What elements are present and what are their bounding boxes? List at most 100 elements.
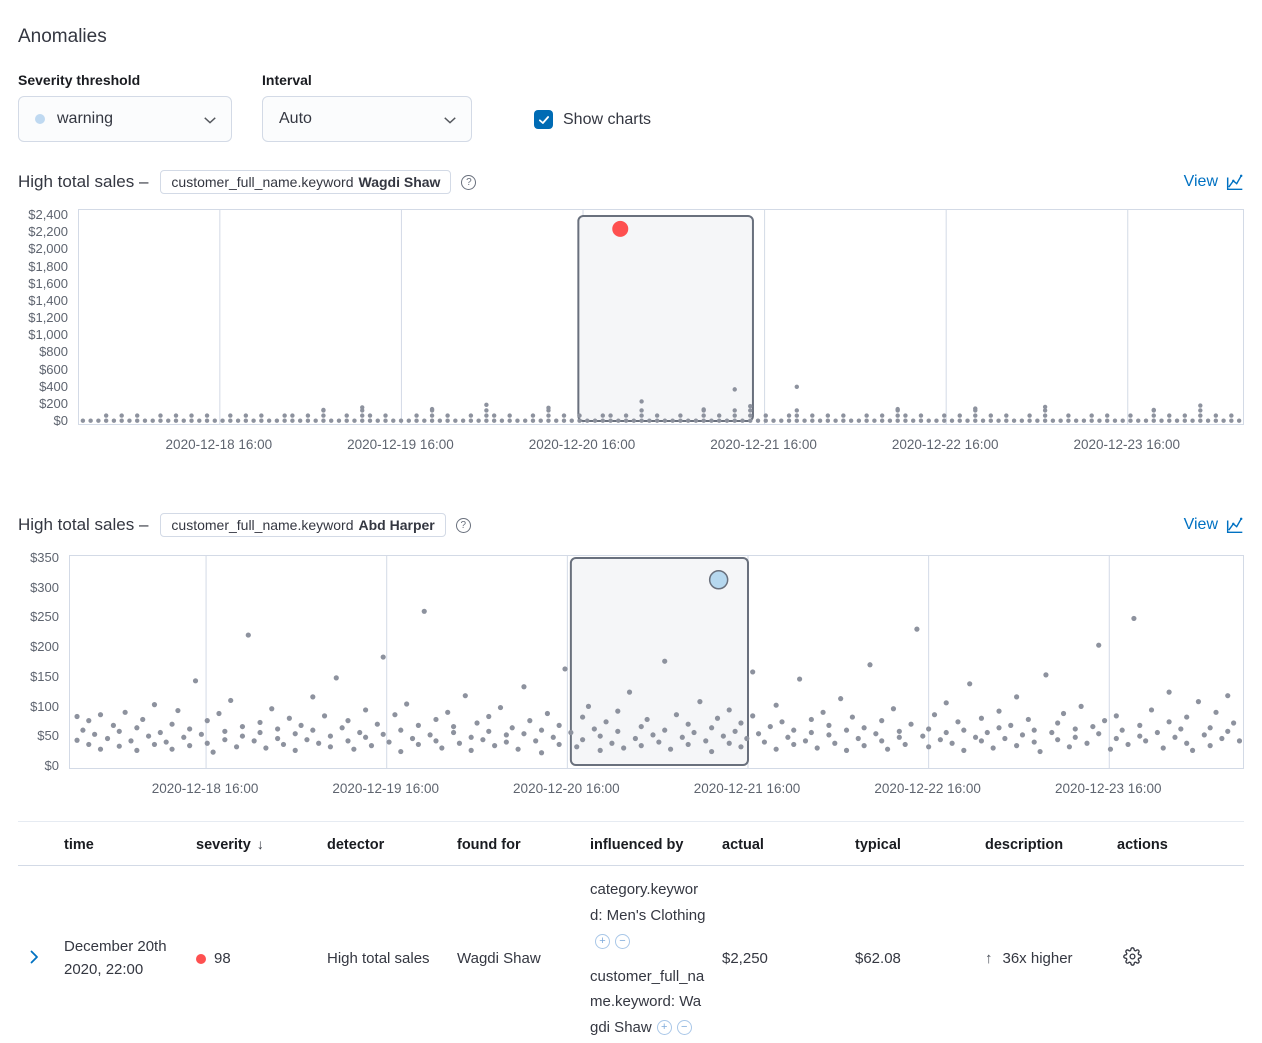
show-charts-checkbox-group[interactable]: Show charts: [534, 110, 651, 129]
influencer-entity: customer_full_name.keyword: Wagdi Shaw+−: [590, 964, 706, 1041]
add-filter-icon[interactable]: +: [595, 934, 610, 949]
interval-select[interactable]: Auto: [262, 96, 472, 142]
anomaly-marker-warning[interactable]: [710, 571, 728, 589]
remove-filter-icon[interactable]: −: [677, 1020, 692, 1035]
y-axis-tick: $1,400: [18, 293, 68, 308]
x-axis-tick: 2020-12-21 16:00: [710, 437, 817, 452]
y-axis-tick: $600: [18, 362, 68, 377]
view-link[interactable]: View: [1184, 516, 1244, 534]
add-filter-icon[interactable]: +: [657, 1020, 672, 1035]
y-axis-tick: $0: [18, 413, 68, 428]
x-axis-tick: 2020-12-19 16:00: [332, 781, 439, 796]
found-for-cell: Wagdi Shaw: [449, 866, 582, 1043]
detector-cell: High total sales: [319, 866, 449, 1043]
anomaly-marker-critical[interactable]: [612, 221, 628, 237]
chart-title: High total sales –: [18, 515, 148, 535]
y-axis-tick: $2,000: [18, 241, 68, 256]
anomaly-chart-wagdi-shaw: $2,400$2,200$2,000$1,800$1,600$1,400$1,2…: [18, 209, 1244, 461]
chevron-down-icon: [443, 113, 457, 127]
chart-section-abd-harper: High total sales – customer_full_name.ke…: [18, 511, 1244, 805]
y-axis-tick: $1,800: [18, 259, 68, 274]
warning-severity-dot-icon: [35, 114, 45, 124]
severity-cell: 98: [188, 866, 319, 1043]
severity-threshold-control: Severity threshold warning: [18, 72, 232, 142]
page-title: Anomalies: [18, 26, 1244, 48]
y-axis-tick: $200: [18, 639, 59, 654]
col-influenced-by[interactable]: influenced by: [582, 822, 714, 866]
actions-cell: [1109, 866, 1244, 1043]
y-axis-tick: $2,200: [18, 224, 68, 239]
col-found-for[interactable]: found for: [449, 822, 582, 866]
interval-control: Interval Auto: [262, 72, 472, 142]
selection-band[interactable]: [578, 216, 753, 421]
y-axis-tick: $200: [18, 396, 68, 411]
col-severity[interactable]: severity↓: [188, 822, 319, 866]
view-link[interactable]: View: [1184, 173, 1244, 191]
anomaly-chart-abd-harper: $350$300$250$200$150$100$50$02020-12-18 …: [18, 555, 1244, 805]
table-header-row: time severity↓ detector found for influe…: [18, 822, 1244, 866]
severity-threshold-value: warning: [57, 110, 113, 128]
badge-field: customer_full_name.keyword: [171, 517, 353, 533]
y-axis-tick: $300: [18, 580, 59, 595]
chart-header: High total sales – customer_full_name.ke…: [18, 168, 1244, 196]
x-axis-tick: 2020-12-22 16:00: [892, 437, 999, 452]
badge-value: Wagdi Shaw: [359, 174, 441, 190]
plot-area[interactable]: [78, 209, 1244, 425]
col-actual[interactable]: actual: [714, 822, 847, 866]
y-axis-tick: $50: [18, 728, 59, 743]
gear-icon: [1123, 947, 1142, 966]
col-typical[interactable]: typical: [847, 822, 977, 866]
expand-row-button[interactable]: [26, 952, 42, 969]
y-axis-tick: $150: [18, 669, 59, 684]
col-actions: actions: [1109, 822, 1244, 866]
description-cell: ↑ 36x higher: [977, 866, 1109, 1043]
entity-badge: customer_full_name.keyword Wagdi Shaw: [160, 170, 451, 194]
critical-severity-dot-icon: [196, 954, 206, 964]
interval-label: Interval: [262, 72, 472, 88]
x-axis-tick: 2020-12-23 16:00: [1055, 781, 1162, 796]
line-chart-icon: [1226, 516, 1244, 534]
typical-cell: $62.08: [847, 866, 977, 1043]
badge-field: customer_full_name.keyword: [171, 174, 353, 190]
severity-threshold-label: Severity threshold: [18, 72, 232, 88]
influencer-entity: category.keyword: Men's Clothing+−: [590, 877, 706, 954]
actions-button[interactable]: [1123, 947, 1142, 966]
y-axis-tick: $1,200: [18, 310, 68, 325]
y-axis-tick: $400: [18, 379, 68, 394]
sort-down-icon: ↓: [257, 836, 264, 852]
col-detector[interactable]: detector: [319, 822, 449, 866]
y-axis-tick: $1,000: [18, 327, 68, 342]
check-icon: [538, 114, 550, 126]
influenced-by-cell: category.keyword: Men's Clothing+− custo…: [582, 866, 714, 1043]
col-time[interactable]: time: [56, 822, 188, 866]
plot-area[interactable]: [69, 555, 1244, 769]
chart-header: High total sales – customer_full_name.ke…: [18, 511, 1244, 539]
x-axis-tick: 2020-12-20 16:00: [513, 781, 620, 796]
chart-section-wagdi-shaw: High total sales – customer_full_name.ke…: [18, 168, 1244, 461]
view-link-label: View: [1184, 516, 1218, 534]
view-link-label: View: [1184, 173, 1218, 191]
line-chart-icon: [1226, 173, 1244, 191]
x-axis-tick: 2020-12-23 16:00: [1073, 437, 1180, 452]
show-charts-checkbox[interactable]: [534, 110, 553, 129]
actual-cell: $2,250: [714, 866, 847, 1043]
severity-threshold-select[interactable]: warning: [18, 96, 232, 142]
y-axis-tick: $800: [18, 344, 68, 359]
remove-filter-icon[interactable]: −: [615, 934, 630, 949]
chart-title: High total sales –: [18, 172, 148, 192]
help-icon[interactable]: ?: [461, 175, 476, 190]
chevron-down-icon: [203, 113, 217, 127]
show-charts-label: Show charts: [563, 111, 651, 129]
x-axis-tick: 2020-12-21 16:00: [694, 781, 801, 796]
y-axis-tick: $1,600: [18, 276, 68, 291]
chevron-right-icon: [26, 949, 42, 965]
entity-badge: customer_full_name.keywordAbd Harper: [160, 513, 445, 537]
col-description[interactable]: description: [977, 822, 1109, 866]
x-axis-tick: 2020-12-18 16:00: [166, 437, 273, 452]
trend-up-icon: ↑: [985, 950, 993, 967]
help-icon[interactable]: ?: [456, 518, 471, 533]
anomalies-page: Anomalies Severity threshold warning Int…: [0, 26, 1262, 1043]
x-axis-tick: 2020-12-19 16:00: [347, 437, 454, 452]
x-axis-tick: 2020-12-18 16:00: [152, 781, 259, 796]
interval-value: Auto: [279, 110, 312, 128]
